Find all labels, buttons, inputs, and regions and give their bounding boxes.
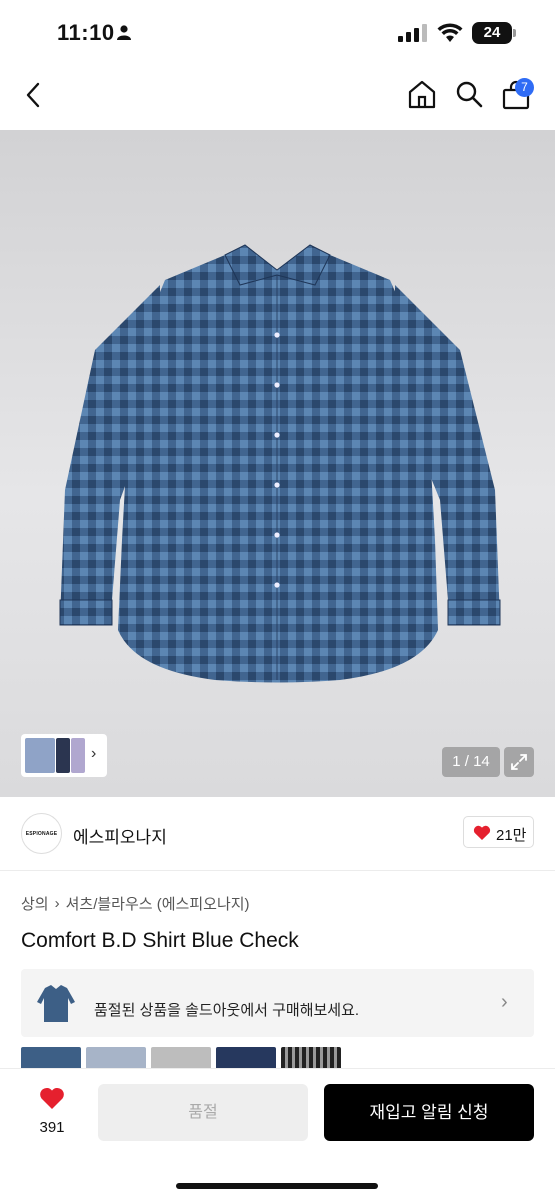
chevron-right-icon[interactable]: › — [91, 745, 96, 763]
brand-logo[interactable]: ESPIONAGE — [21, 813, 62, 854]
battery-indicator: 24 — [472, 22, 512, 44]
brand-row[interactable]: ESPIONAGE 에스피오나지 21만 — [0, 797, 555, 871]
related-product-thumbnail[interactable] — [86, 1047, 146, 1069]
soldout-button: 품절 — [98, 1084, 308, 1141]
thumbnail-image[interactable] — [71, 738, 85, 773]
banner-shirt-thumbnail — [37, 985, 75, 1022]
product-title: Comfort B.D Shirt Blue Check — [21, 929, 299, 952]
breadcrumb: 상의 › 셔츠/블라우스 (에스피오나지) — [21, 893, 250, 914]
gallery-thumbnail-strip[interactable]: › — [21, 734, 107, 777]
home-indicator — [176, 1183, 378, 1189]
image-counter: 1 / 14 — [442, 747, 500, 777]
breadcrumb-item[interactable]: 상의 — [21, 896, 49, 913]
back-arrow-icon[interactable] — [24, 82, 42, 113]
cart-count-badge: 7 — [515, 78, 534, 97]
thumbnail-image[interactable] — [25, 738, 55, 773]
brand-name[interactable]: 에스피오나지 — [73, 823, 167, 848]
bottom-action-bar: 391 품절 재입고 알림 신청 — [0, 1068, 555, 1200]
heart-icon — [39, 1087, 65, 1114]
brand-like-count: 21만 — [496, 827, 527, 844]
thumbnail-image[interactable] — [56, 738, 70, 773]
chevron-right-icon: › — [501, 991, 508, 1013]
related-product-thumbnail[interactable] — [21, 1047, 81, 1069]
battery-tip — [513, 29, 516, 37]
heart-icon — [473, 825, 491, 846]
top-nav-bar: 7 — [0, 62, 555, 130]
wifi-icon — [437, 23, 463, 48]
status-bar: 11:10 24 — [0, 0, 555, 62]
related-product-thumbnail[interactable] — [281, 1047, 341, 1069]
wishlist-count: 391 — [39, 1119, 65, 1136]
soldout-promo-banner[interactable]: 품절된 상품을 솔드아웃에서 구매해보세요. › — [21, 969, 534, 1037]
search-icon[interactable] — [455, 80, 483, 113]
related-products-strip[interactable] — [21, 1047, 351, 1069]
related-product-thumbnail[interactable] — [216, 1047, 276, 1069]
breadcrumb-item[interactable]: 셔츠/블라우스 (에스피오나지) — [66, 896, 250, 913]
product-shirt-image — [59, 244, 501, 683]
chevron-right-icon: › — [54, 895, 60, 912]
related-product-thumbnail[interactable] — [151, 1047, 211, 1069]
wishlist-button[interactable]: 391 — [28, 1087, 76, 1136]
cellular-signal-icon — [398, 24, 428, 47]
product-image-gallery[interactable]: › 1 / 14 — [0, 130, 555, 797]
restock-alert-button[interactable]: 재입고 알림 신청 — [324, 1084, 534, 1141]
expand-fullscreen-icon[interactable] — [504, 747, 534, 777]
person-icon — [116, 24, 132, 45]
banner-text: 품절된 상품을 솔드아웃에서 구매해보세요. — [94, 1002, 360, 1019]
status-time: 11:10 — [57, 20, 115, 45]
brand-like-button[interactable]: 21만 — [463, 816, 534, 848]
home-icon[interactable] — [407, 79, 437, 114]
